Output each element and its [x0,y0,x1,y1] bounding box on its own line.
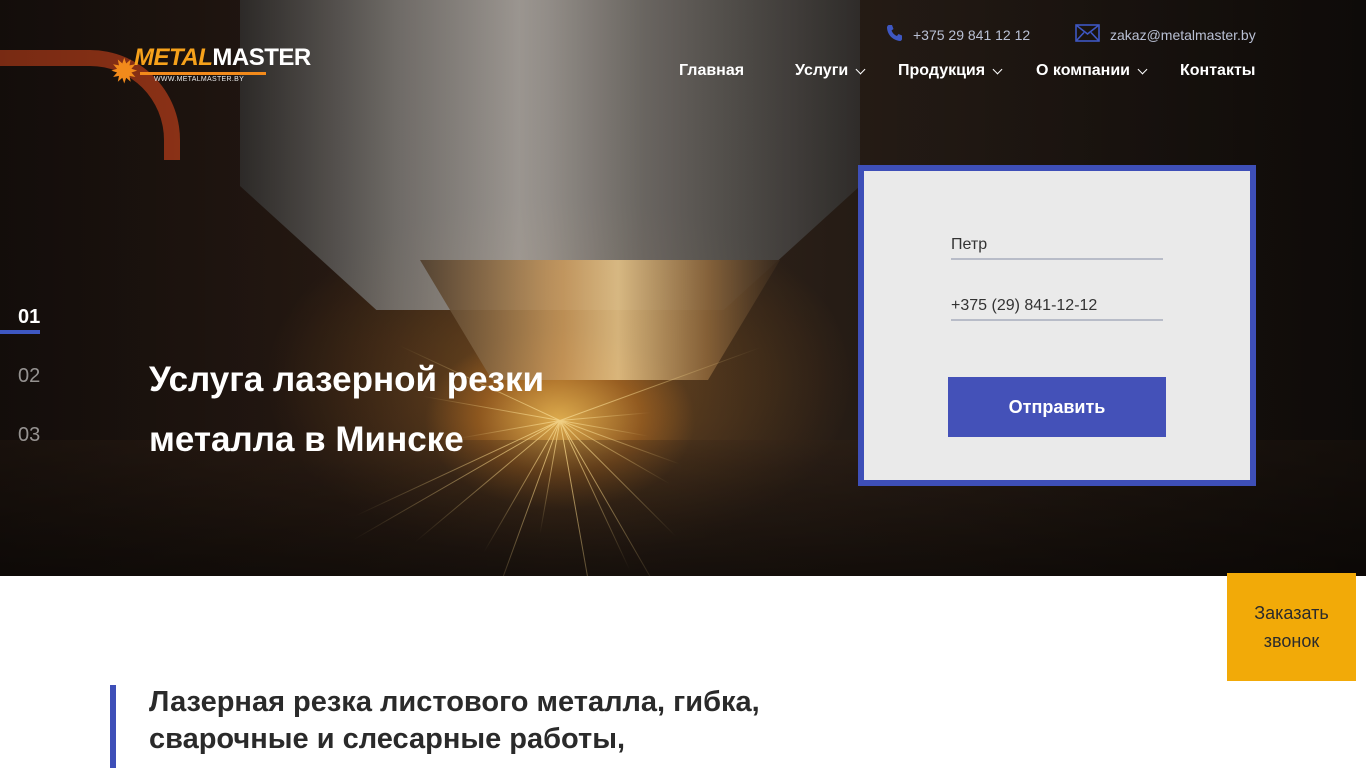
chevron-down-icon [855,64,866,74]
chevron-down-icon [992,64,1003,74]
slide-dot-1[interactable]: 01 [18,306,40,329]
order-call-label: Заказать звонок [1254,603,1329,651]
order-call-button[interactable]: Заказать звонок [1227,573,1356,681]
nav-item-about[interactable]: О компании [1036,62,1148,80]
header-email[interactable]: zakaz@metalmaster.by [1075,24,1256,45]
active-slide-indicator [0,330,40,334]
callback-form: Петр +375 (29) 841-12-12 Отправить [858,165,1256,486]
nav-item-products[interactable]: Продукция [898,62,1003,80]
envelope-icon [1075,24,1100,45]
header-phone-text: +375 29 841 12 12 [913,26,1031,43]
main-nav: Главная Услуги Продукция О компании Конт… [0,62,1366,82]
nav-item-home[interactable]: Главная [679,62,744,80]
phone-icon [886,24,903,45]
intro-accent-bar [110,685,116,768]
header-phone[interactable]: +375 29 841 12 12 [886,24,1030,45]
chevron-down-icon [1137,64,1148,74]
slide-dot-3[interactable]: 03 [18,424,40,447]
nav-label: О компании [1036,62,1130,79]
phone-field[interactable]: +375 (29) 841-12-12 [951,291,1163,321]
name-field-value: Петр [951,236,988,253]
submit-button[interactable]: Отправить [948,377,1166,437]
name-field[interactable]: Петр [951,230,1163,260]
nav-label: Контакты [1180,62,1256,79]
nav-item-services[interactable]: Услуги [795,62,866,80]
nav-label: Услуги [795,62,849,79]
header-email-text: zakaz@metalmaster.by [1110,26,1256,43]
slide-dot-2[interactable]: 02 [18,365,40,388]
nav-label: Главная [679,62,745,79]
nav-item-contacts[interactable]: Контакты [1180,62,1255,80]
nav-label: Продукция [898,62,986,79]
phone-field-value: +375 (29) 841-12-12 [951,297,1098,314]
hero-title: Услуга лазерной резки металла в Минске [149,360,544,459]
intro-title: Лазерная резка листового металла, гибка,… [149,686,760,755]
